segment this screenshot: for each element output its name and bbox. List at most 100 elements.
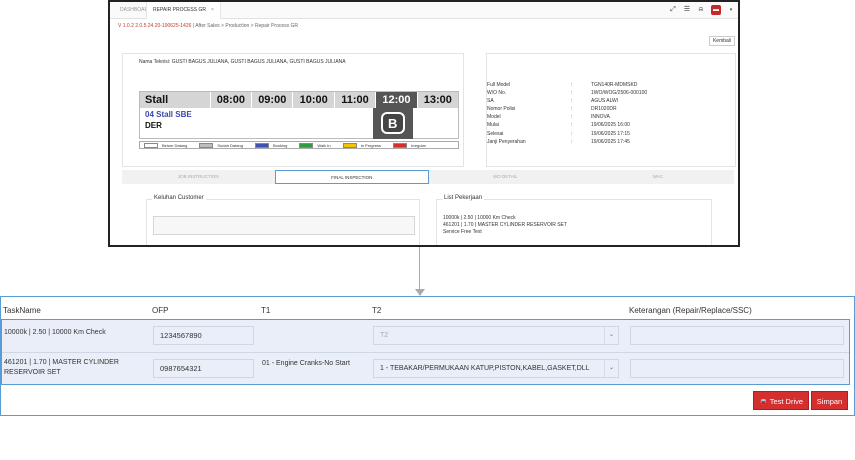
info-row: Selesai: 19/06/2025 17:15 [487, 130, 647, 138]
bell-icon[interactable]: ⍾ [697, 6, 705, 14]
legend-item: Irregular [393, 142, 426, 148]
info-value: 19/06/2025 17:45 [591, 138, 630, 145]
legend-label: Sudah Datang [217, 142, 243, 148]
breadcrumb: V 1.0.2 2.0.5.24.20-190625-1426 | After … [118, 23, 298, 29]
table-header: TaskName OFP T1 T2 Keterangan (Repair/Re… [1, 303, 854, 317]
t2-value: T2 [380, 332, 389, 339]
close-icon[interactable]: × [211, 7, 214, 13]
list-item: Service Free Text [443, 229, 482, 235]
vehicle-info: Full Model: TGN140R-MDMSKD W/O No.: 1WO/WOG… [487, 81, 647, 146]
job-block[interactable]: B [373, 108, 413, 139]
menu-icon[interactable]: ☰ [683, 6, 691, 14]
chevron-down-icon: ⌄ [604, 327, 618, 344]
info-colon: : [571, 114, 573, 121]
info-label: Selesai [487, 130, 504, 137]
legend-swatch [254, 142, 269, 148]
connector-line [419, 247, 420, 293]
legend-swatch [199, 142, 214, 148]
info-label: Nomor Polisi [487, 106, 516, 113]
legend-item: Booking [254, 142, 288, 148]
keluhan-section: Keluhan Customer [146, 195, 420, 245]
table-row: 10000k | 2.50 | 10000 Km Check 123456789… [2, 320, 849, 352]
ofp-input[interactable]: 0987654321 [153, 359, 254, 378]
info-row: Mulai: 19/06/2025 16:00 [487, 121, 647, 129]
avatar[interactable]: ▬ [711, 5, 721, 15]
legend-swatch [342, 142, 357, 148]
stall-name: 04 Stall SBE [145, 110, 192, 119]
info-colon: : [571, 122, 573, 129]
header-keterangan: Keterangan (Repair/Replace/SSC) [629, 306, 752, 315]
keterangan-input[interactable] [630, 359, 844, 378]
legend-label: Booking [272, 142, 288, 148]
header-t2: T2 [372, 306, 382, 315]
stall-schedule: Stall 08:00 09:00 10:00 11:00 12:00 13:0… [139, 91, 459, 139]
breadcrumb-path: | After Sales > Production > Repair Proc… [191, 23, 299, 29]
tab-repair-process[interactable]: REPAIR PROCESS GR × [146, 2, 221, 19]
header-t1: T1 [261, 306, 271, 315]
tab-bar: DASHBOARD REPAIR PROCESS GR × ⤢ ☰ ⍾ ▬ ▾ [110, 2, 738, 19]
info-row: Full Model: TGN140R-MDMSKD [487, 81, 647, 89]
top-icons: ⤢ ☰ ⍾ ▬ ▾ [669, 5, 735, 15]
embedded-screenshot: DASHBOARD REPAIR PROCESS GR × ⤢ ☰ ⍾ ▬ ▾ V… [108, 0, 740, 247]
legend-label: Irregular [411, 142, 426, 148]
info-colon: : [571, 98, 573, 105]
info-label: Mulai [487, 122, 499, 129]
version-text: V 1.0.2 2.0.5.24.20-190625-1426 [118, 23, 192, 29]
t2-value: 1 - TEBAKAR/PERMUKAAN KATUP,PISTON,KABEL… [380, 365, 590, 372]
job-glyph: B [388, 116, 398, 131]
time-slot: 12:00 [375, 92, 417, 108]
ofp-input[interactable]: 1234567890 [153, 326, 254, 345]
tab-final-inspection[interactable]: FINAL INSPECTION [274, 170, 429, 184]
info-row: Janji Penyerahan: 19/06/2025 17:45 [487, 138, 647, 146]
legend-item: Belum Datang [144, 142, 188, 148]
info-value: TGN140R-MDMSKD [591, 82, 638, 88]
info-value: 1WO/WOG/2506-000100 [591, 90, 648, 97]
tab-job-instruction[interactable]: JOB INSTRUCTION [122, 170, 275, 184]
info-label: Janji Penyerahan [487, 138, 526, 145]
kembali-button[interactable]: Kembali [709, 36, 735, 46]
info-label: SA [487, 98, 494, 105]
stall-sub: DER [145, 121, 162, 130]
info-row: SA: AGUS ALWI [487, 97, 647, 105]
test-drive-button[interactable]: 🚘 Test Drive [753, 391, 809, 410]
stall-header: Stall [145, 94, 169, 106]
info-value: AGUS ALWI [591, 98, 619, 105]
legend-item: Walk In [299, 142, 331, 148]
info-colon: : [571, 106, 573, 113]
tab-wo-detail[interactable]: WO DETAIL [429, 170, 582, 184]
info-value: 19/06/2025 16:00 [591, 122, 630, 129]
list-item: 10000k | 2.50 | 10000 Km Check [443, 215, 516, 221]
info-colon: : [571, 130, 573, 137]
keterangan-input[interactable] [630, 326, 844, 345]
tab-wac[interactable]: WAC [582, 170, 735, 184]
task-name: 10000k | 2.50 | 10000 Km Check [4, 329, 106, 336]
chevron-down-icon[interactable]: ▾ [727, 6, 735, 14]
time-slot: 13:00 [416, 92, 458, 108]
t2-select[interactable]: T2 ⌄ [373, 326, 619, 345]
time-slot: 08:00 [209, 92, 251, 108]
task-name: 461201 | 1.70 | MASTER CYLINDER RESERVOI… [4, 359, 119, 376]
time-slot: 09:00 [251, 92, 292, 108]
info-value: DR1020DR [591, 106, 617, 113]
keluhan-caption: Keluhan Customer [152, 195, 206, 201]
header-taskname: TaskName [3, 306, 41, 315]
stall-panel: Nama Teknisi: GUSTI BAGUS JULIANA, GUSTI… [122, 53, 464, 167]
time-slot: 11:00 [333, 92, 375, 108]
schedule-header: Stall 08:00 09:00 10:00 11:00 12:00 13:0… [140, 92, 458, 108]
info-colon: : [571, 82, 573, 88]
pekerjaan-list: 10000k | 2.50 | 10000 Km Check 461201 | … [443, 215, 567, 236]
task-table: 10000k | 2.50 | 10000 Km Check 123456789… [1, 319, 850, 385]
legend-swatch [299, 142, 314, 148]
info-colon: : [571, 138, 573, 145]
simpan-button[interactable]: Simpan [811, 391, 848, 410]
legend-label: In Progress [360, 142, 382, 148]
list-item: 461201 | 1.70 | MASTER CYLINDER RESERVOI… [443, 222, 567, 228]
info-colon: : [571, 90, 573, 97]
t2-select[interactable]: 1 - TEBAKAR/PERMUKAAN KATUP,PISTON,KABEL… [373, 359, 619, 378]
fullscreen-icon[interactable]: ⤢ [669, 6, 677, 14]
legend-label: Belum Datang [162, 142, 188, 148]
time-slot: 10:00 [292, 92, 333, 108]
tab-label: REPAIR PROCESS GR [153, 7, 206, 13]
legend-item: Sudah Datang [199, 142, 243, 148]
keluhan-textarea[interactable] [153, 216, 415, 235]
